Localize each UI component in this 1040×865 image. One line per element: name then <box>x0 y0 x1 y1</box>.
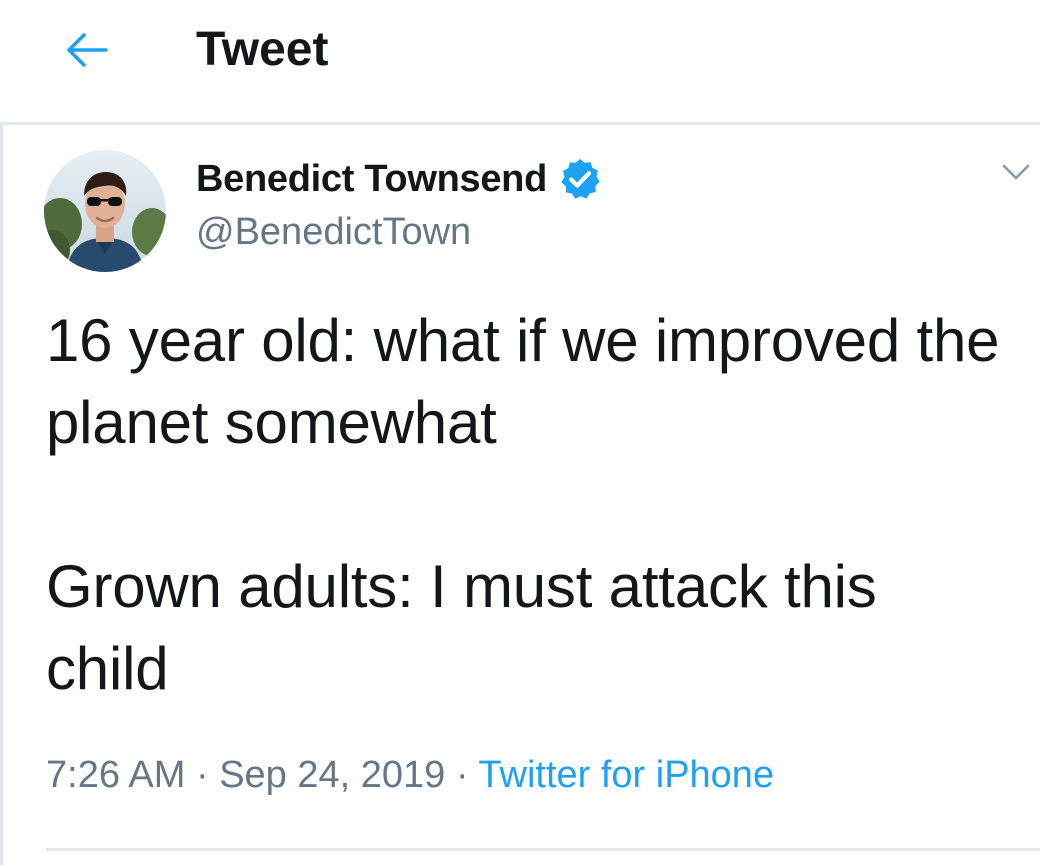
meta-separator: · <box>455 754 469 796</box>
chevron-down-icon <box>1002 164 1030 180</box>
tweet-text: 16 year old: what if we improved the pla… <box>46 307 1000 702</box>
author-name-row[interactable]: Benedict Townsend <box>196 154 603 204</box>
meta-separator: · <box>195 754 209 796</box>
avatar[interactable] <box>44 150 166 272</box>
tweet-meta: 7:26 AM · Sep 24, 2019 · Twitter for iPh… <box>46 750 774 800</box>
avatar-photo <box>44 150 166 272</box>
tweet-menu-button[interactable] <box>994 152 1038 192</box>
header-divider <box>0 122 1040 125</box>
left-border <box>0 125 3 865</box>
tweet-date: Sep 24, 2019 <box>219 754 446 796</box>
tweet-source-link[interactable]: Twitter for iPhone <box>478 754 774 796</box>
back-button[interactable] <box>58 26 114 74</box>
top-app-bar: Tweet <box>0 0 1040 122</box>
page-title: Tweet <box>196 23 329 76</box>
author-display-name: Benedict Townsend <box>196 158 548 200</box>
footer-divider <box>46 848 1040 851</box>
verified-badge-icon <box>557 156 603 202</box>
author-handle[interactable]: @BenedictTown <box>196 208 471 256</box>
tweet-time: 7:26 AM <box>46 754 186 796</box>
arrow-left-icon <box>67 33 108 67</box>
